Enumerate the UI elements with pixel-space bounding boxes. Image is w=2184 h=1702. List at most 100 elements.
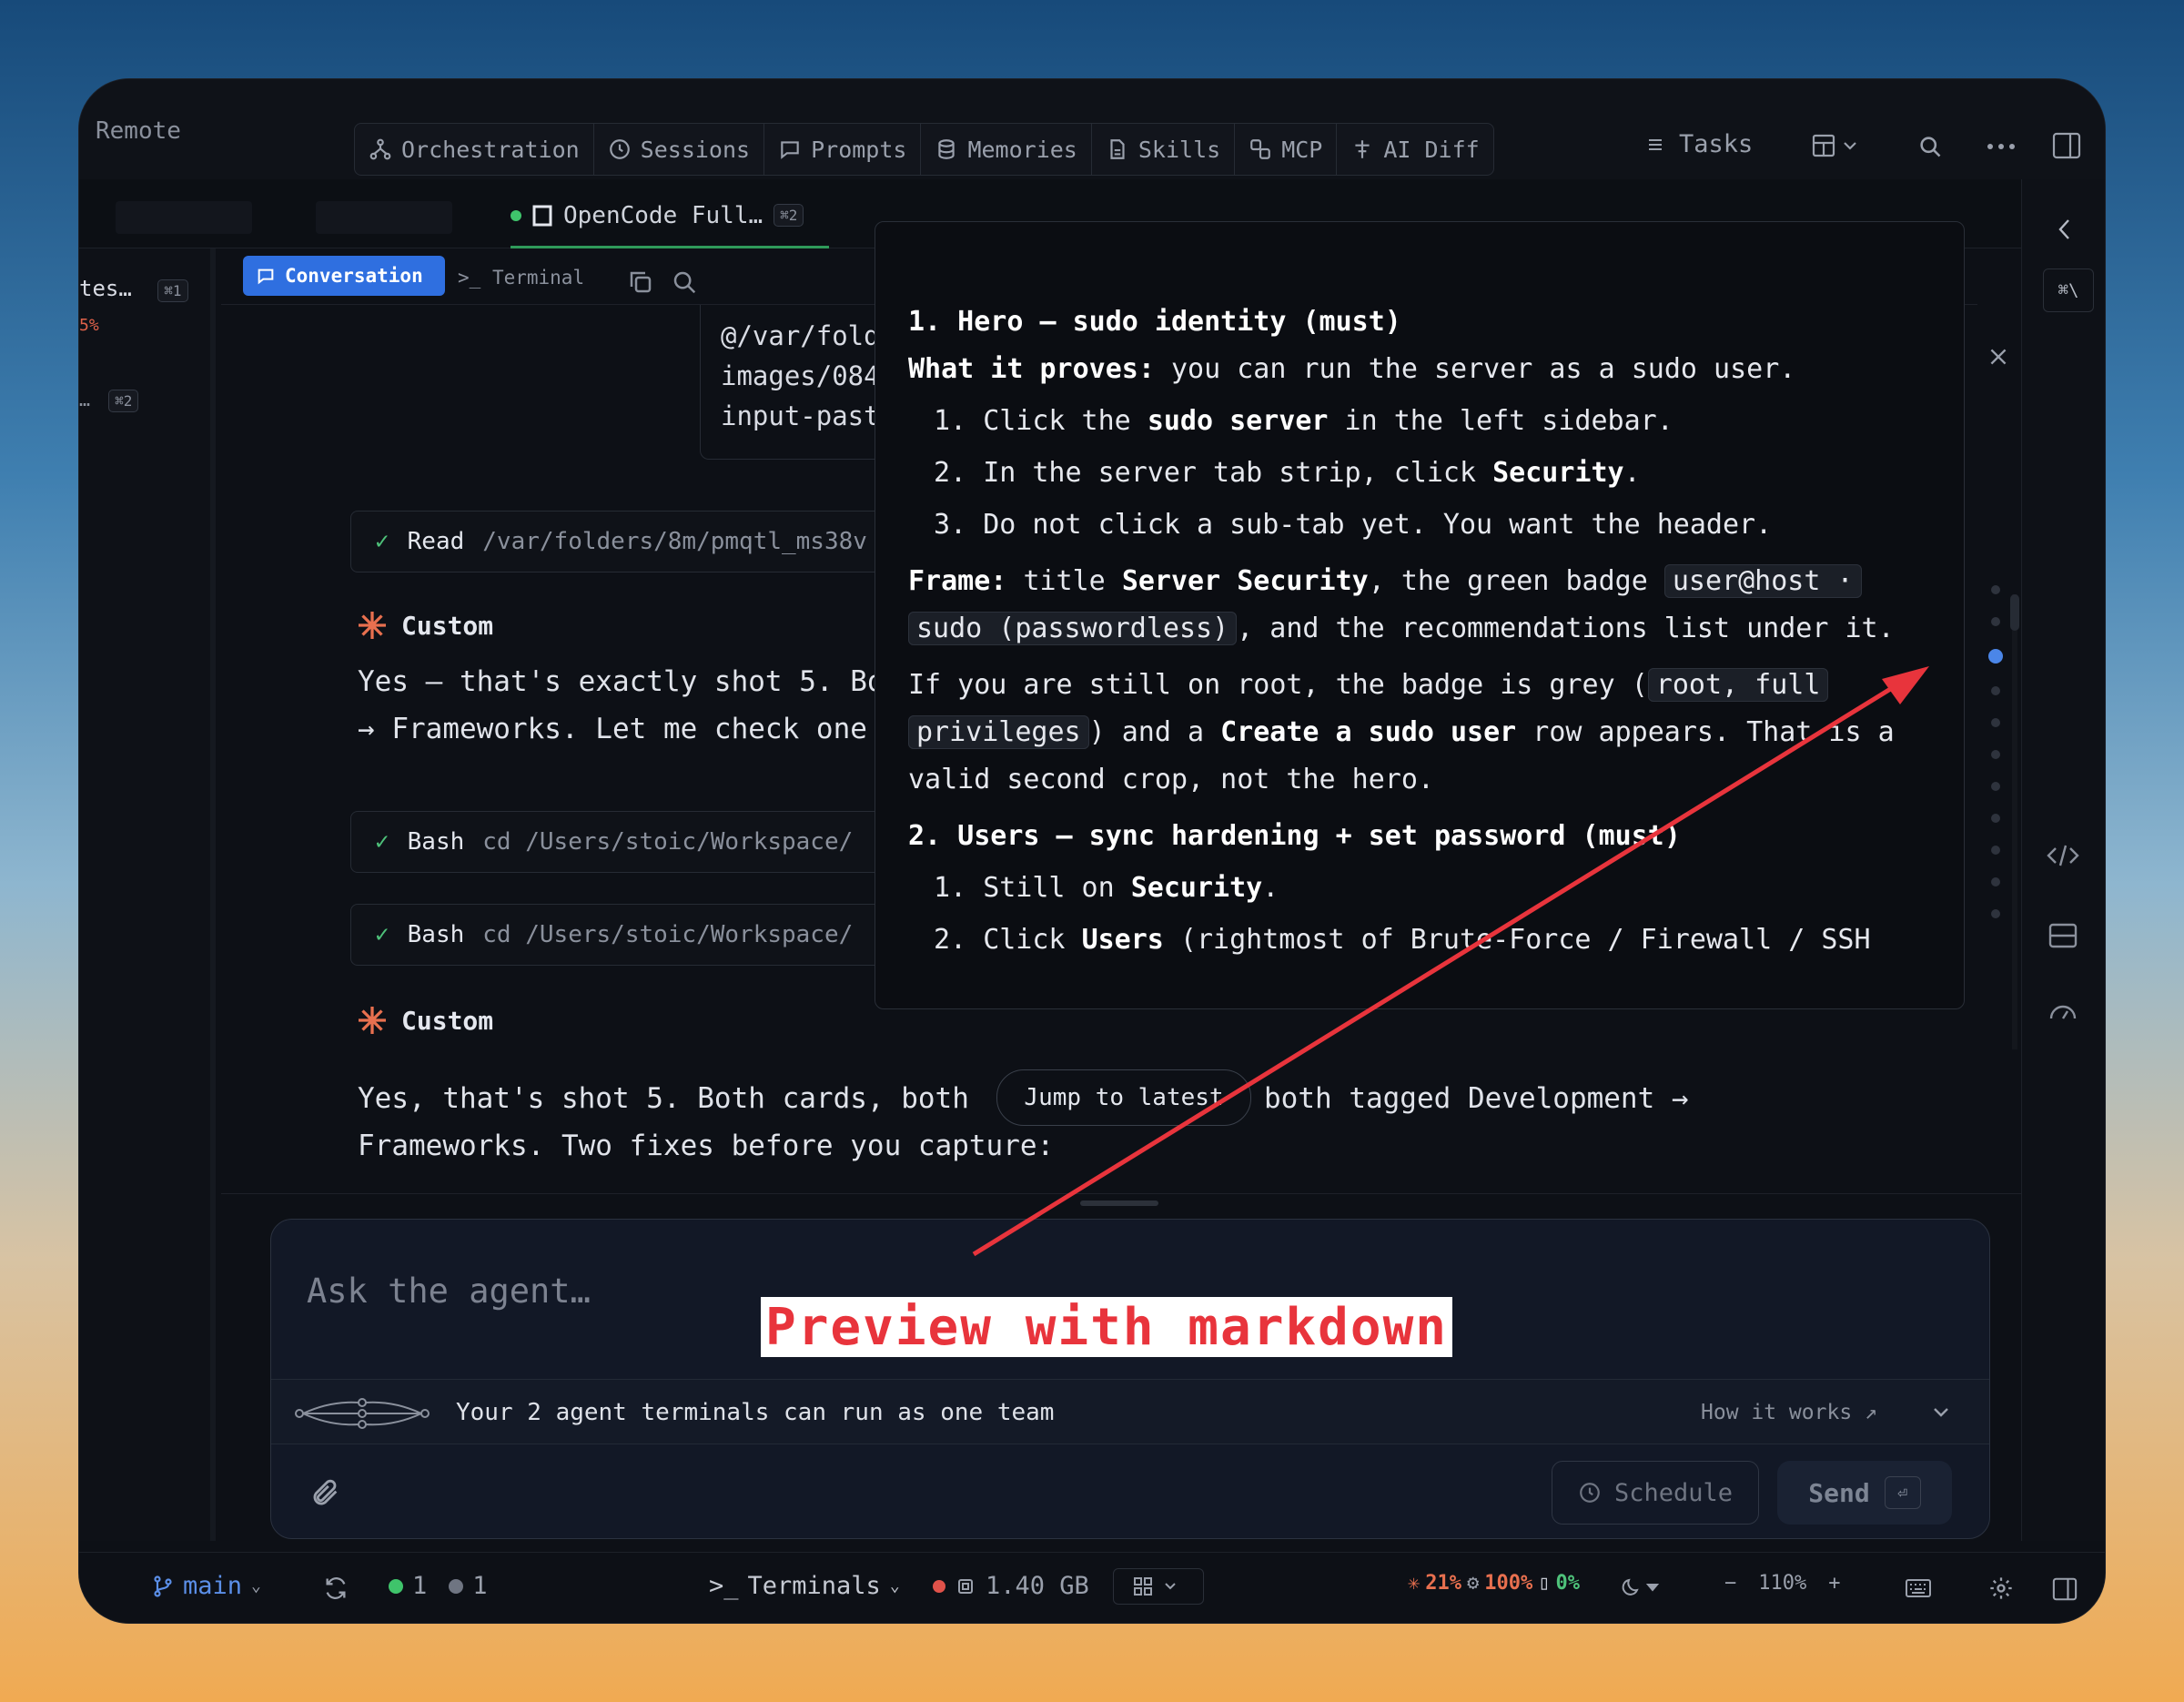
step-num: 1. xyxy=(934,405,967,437)
settings-icon[interactable] xyxy=(1988,1575,2014,1601)
green-count: 1 xyxy=(412,1572,428,1600)
pre-line: @/var/folde xyxy=(721,320,896,351)
scroll-dot[interactable] xyxy=(1991,585,2000,594)
scroll-indicator[interactable] xyxy=(1987,585,2005,1004)
sidebar-toggle-icon[interactable] xyxy=(2052,132,2081,159)
sync-icon[interactable] xyxy=(323,1575,349,1601)
grid-menu[interactable] xyxy=(1113,1568,1204,1605)
scroll-dot[interactable] xyxy=(1991,909,2000,918)
schedule-button[interactable]: Schedule xyxy=(1552,1461,1759,1525)
step-item: 3. Do not click a sub-tab yet. You want … xyxy=(934,501,1931,549)
attach-icon[interactable] xyxy=(310,1477,341,1508)
tool-call-bash[interactable]: ✓ Bash cd /Users/stoic/Workspace/ xyxy=(350,811,933,873)
divider xyxy=(221,1193,2021,1194)
scroll-dot[interactable] xyxy=(1991,750,2000,759)
scroll-dot[interactable] xyxy=(1991,846,2000,855)
session-shortcut: ⌘1 xyxy=(157,279,188,302)
check-icon: ✓ xyxy=(375,528,389,555)
nav-skills[interactable]: Skills xyxy=(1092,124,1236,175)
preview-paragraph: valid second crop, not the hero. xyxy=(908,756,1931,804)
search-icon[interactable] xyxy=(1917,134,1943,159)
tab-conversation[interactable]: Conversation xyxy=(243,256,445,296)
more-icon[interactable] xyxy=(1987,143,2016,150)
tab-placeholder[interactable] xyxy=(316,201,452,234)
text: In the server tab strip, click xyxy=(983,457,1493,489)
nav-mcp[interactable]: MCP xyxy=(1235,124,1338,175)
bold-text: Users xyxy=(1081,924,1164,956)
step-num: 3. xyxy=(934,509,967,541)
record-dot xyxy=(933,1579,945,1593)
nav-memories[interactable]: Memories xyxy=(921,124,1092,175)
remote-tab[interactable]: Remote xyxy=(96,117,181,145)
search-icon[interactable] xyxy=(671,268,698,296)
zoom-out-button[interactable]: − xyxy=(1724,1572,1736,1595)
tool-call-read[interactable]: ✓ Read /var/folders/8m/pmqtl_ms38v xyxy=(350,511,933,572)
code-icon[interactable] xyxy=(2045,842,2081,869)
copy-icon[interactable] xyxy=(627,268,654,296)
send-label: Send xyxy=(1808,1477,1870,1508)
panel-shortcut[interactable]: ⌘\ xyxy=(2043,268,2094,312)
heading-text: 2. Users — sync hardening + set password… xyxy=(908,820,1681,852)
preview-heading: 2. Users — sync hardening + set password… xyxy=(908,813,1931,860)
nav-sessions[interactable]: Sessions xyxy=(594,124,765,175)
heading-text: 1. Hero — sudo identity (must) xyxy=(908,306,1401,338)
nav-ai-diff[interactable]: AI Diff xyxy=(1337,124,1492,175)
jump-to-latest-button[interactable]: Jump to latest xyxy=(996,1069,1251,1126)
enter-key-icon: ⏎ xyxy=(1884,1476,1921,1509)
chip-icon xyxy=(955,1575,976,1597)
tasks-button[interactable]: Tasks xyxy=(1644,130,1753,158)
tool-path: /var/folders/8m/pmqtl_ms38v xyxy=(482,528,867,555)
chevron-down-icon[interactable] xyxy=(1930,1401,1952,1423)
tab-opencode[interactable]: OpenCode Full… ⌘2 xyxy=(511,185,829,248)
scroll-dot[interactable] xyxy=(1991,814,2000,823)
branch-selector[interactable]: main ⌄ xyxy=(152,1572,261,1600)
keyboard-icon[interactable] xyxy=(1905,1577,1932,1599)
agent-name: Custom xyxy=(401,1005,494,1036)
close-icon[interactable] xyxy=(1987,345,2010,369)
chevron-left-icon[interactable] xyxy=(2054,216,2076,243)
scroll-dot[interactable] xyxy=(1991,718,2000,727)
scroll-dot[interactable] xyxy=(1991,877,2000,886)
text: in the left sidebar. xyxy=(1328,405,1673,437)
session-item[interactable]: tes… ⌘1 xyxy=(79,276,188,302)
agent-input[interactable]: Ask the agent… xyxy=(307,1271,591,1311)
scroll-dot[interactable] xyxy=(1991,686,2000,695)
step-num: 2. xyxy=(934,457,967,489)
tab-placeholder[interactable] xyxy=(116,201,252,234)
send-button[interactable]: Send ⏎ xyxy=(1777,1461,1952,1525)
tab-terminal[interactable]: >_ Terminal xyxy=(458,267,584,289)
zoom-in-button[interactable]: + xyxy=(1828,1572,1840,1595)
zoom-controls: − 110% + xyxy=(1724,1572,1840,1595)
layout-icon[interactable] xyxy=(1812,132,1861,159)
sidebar-toggle-icon[interactable] xyxy=(2052,1577,2078,1601)
scroll-dot-active[interactable] xyxy=(1988,649,2003,664)
terminals-menu[interactable]: >_ Terminals ⌄ xyxy=(709,1572,900,1600)
agent-counts[interactable]: 1 1 xyxy=(389,1572,488,1600)
message-text: both tagged Development → xyxy=(1264,1082,1689,1115)
moon-icon[interactable] xyxy=(1621,1575,1661,1599)
tool-cmd: cd /Users/stoic/Workspace/ xyxy=(482,921,854,948)
tool-call-bash[interactable]: ✓ Bash cd /Users/stoic/Workspace/ xyxy=(350,904,933,966)
annotation-label: Preview with markdown xyxy=(761,1297,1452,1357)
nav-orchestration[interactable]: Orchestration xyxy=(355,124,594,175)
file-icon xyxy=(1106,137,1129,161)
nav-prompts[interactable]: Prompts xyxy=(764,124,922,175)
scroll-dot[interactable] xyxy=(1991,617,2000,626)
tool-cmd: cd /Users/stoic/Workspace/ xyxy=(482,828,854,856)
agent-header: Custom xyxy=(356,1004,493,1037)
agent-name: Custom xyxy=(401,610,494,641)
memory-usage: 1.40 GB xyxy=(933,1572,1089,1600)
text: row appears. That is a xyxy=(1532,716,1895,748)
text: Click the xyxy=(983,405,1148,437)
scrollbar-thumb[interactable] xyxy=(2010,594,2019,631)
resize-handle[interactable] xyxy=(1080,1201,1158,1206)
preview-paragraph: Frame: title Server Security, the green … xyxy=(908,558,1931,605)
scroll-dot[interactable] xyxy=(1991,782,2000,791)
gauge-icon[interactable] xyxy=(2048,1000,2078,1020)
scrollbar-track[interactable] xyxy=(2012,594,2017,1049)
session-item[interactable]: … ⌘2 xyxy=(79,389,139,412)
how-it-works-link[interactable]: How it works ↗ xyxy=(1701,1401,1877,1424)
clock-icon xyxy=(1578,1481,1602,1504)
panel-icon[interactable] xyxy=(2048,922,2078,949)
session-sidebar xyxy=(79,248,216,1541)
